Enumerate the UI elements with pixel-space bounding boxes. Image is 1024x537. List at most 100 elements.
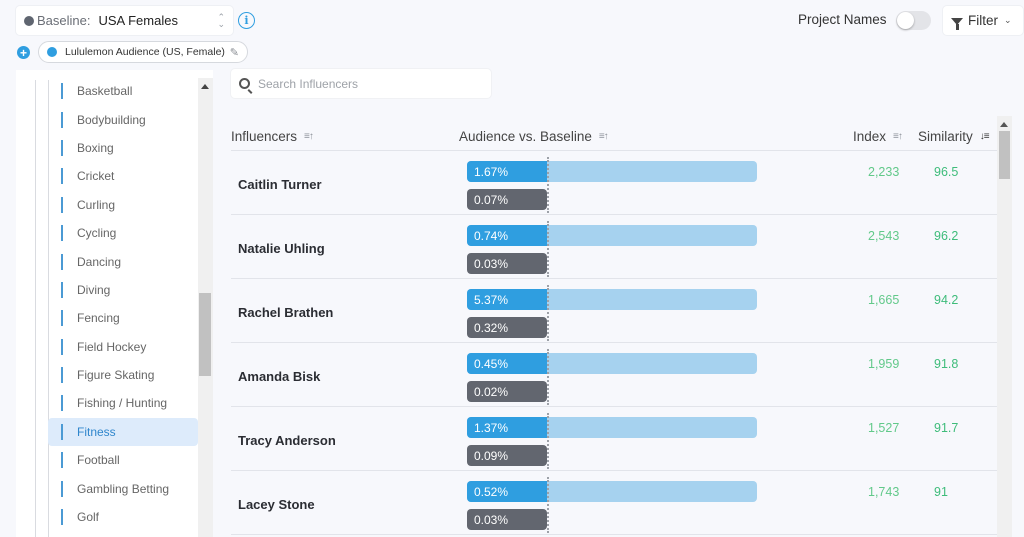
sidebar-item-label: Fencing bbox=[77, 311, 120, 326]
plus-icon: + bbox=[19, 45, 27, 60]
table-row[interactable]: Tracy Anderson 1.37% 0.09% 1,527 91.7 bbox=[231, 407, 997, 471]
similarity-value: 96.2 bbox=[934, 229, 959, 243]
sidebar-item-field-hockey[interactable]: Field Hockey bbox=[48, 333, 198, 361]
sidebar-item-diving[interactable]: Diving bbox=[48, 276, 198, 304]
sidebar-item-figure-skating[interactable]: Figure Skating bbox=[48, 361, 198, 389]
sidebar-item-label: Cricket bbox=[77, 169, 115, 184]
scroll-up-arrow-icon[interactable] bbox=[1000, 122, 1008, 127]
tree-tick bbox=[61, 423, 63, 440]
table-row[interactable]: Natalie Uhling 0.74% 0.03% 2,543 96.2 bbox=[231, 215, 997, 279]
scrollbar-thumb[interactable] bbox=[999, 131, 1010, 179]
tree-tick bbox=[61, 480, 63, 497]
sidebar-item-boxing[interactable]: Boxing bbox=[48, 134, 198, 162]
project-names-label: Project Names bbox=[798, 12, 887, 27]
sidebar-item-curling[interactable]: Curling bbox=[48, 191, 198, 219]
sidebar-item-label: Bodybuilding bbox=[77, 112, 146, 127]
audience-color-dot bbox=[47, 47, 57, 57]
audience-bar: 0.52% bbox=[467, 481, 547, 502]
influencer-name[interactable]: Lacey Stone bbox=[238, 497, 315, 512]
table-scrollbar[interactable] bbox=[997, 116, 1012, 537]
sort-desc-icon[interactable]: ↓≡ bbox=[980, 131, 990, 142]
audience-bar: 0.45% bbox=[467, 353, 547, 374]
audience-vs-baseline-bars: 0.74% 0.03% bbox=[467, 221, 757, 277]
table-body: Caitlin Turner 1.67% 0.07% 2,233 96.5 Natalie… bbox=[231, 151, 997, 535]
sort-icon[interactable]: ≡↑ bbox=[304, 131, 314, 142]
filter-button[interactable]: Filter ⌄ bbox=[943, 6, 1023, 35]
sidebar-item-cycling[interactable]: Cycling bbox=[48, 219, 198, 247]
search-placeholder: Search Influencers bbox=[258, 76, 359, 91]
baseline-marker bbox=[547, 285, 549, 341]
sort-icon[interactable]: ≡↑ bbox=[893, 131, 903, 142]
sidebar-item-football[interactable]: Football bbox=[48, 446, 198, 474]
influencers-table: Influencers ≡↑ Audience vs. Baseline ≡↑ … bbox=[231, 118, 997, 535]
tree-tick bbox=[61, 281, 63, 298]
sidebar-item-basketball[interactable]: Basketball bbox=[48, 77, 198, 105]
index-value: 1,665 bbox=[868, 293, 900, 307]
sidebar-scrollbar[interactable] bbox=[198, 78, 213, 537]
sort-icon[interactable]: ≡↑ bbox=[599, 131, 609, 142]
sidebar-item-label: Dancing bbox=[77, 254, 122, 269]
updown-chevron-icon: ⌃ ⌄ bbox=[217, 11, 225, 29]
baseline-bar: 0.07% bbox=[467, 189, 547, 210]
table-header: Influencers ≡↑ Audience vs. Baseline ≡↑ … bbox=[231, 118, 997, 151]
audience-chip[interactable]: Lululemon Audience (US, Female) ✎ bbox=[38, 41, 248, 63]
influencer-name[interactable]: Natalie Uhling bbox=[238, 241, 325, 256]
search-influencers-field[interactable]: Search Influencers bbox=[231, 69, 491, 98]
table-row[interactable]: Caitlin Turner 1.67% 0.07% 2,233 96.5 bbox=[231, 151, 997, 215]
index-value: 1,959 bbox=[868, 357, 900, 371]
baseline-bar: 0.03% bbox=[467, 253, 547, 274]
baseline-label: Baseline: bbox=[37, 13, 91, 28]
sidebar-item-fencing[interactable]: Fencing bbox=[48, 304, 198, 332]
tree-tick bbox=[61, 168, 63, 185]
column-header-similarity[interactable]: Similarity ↓≡ bbox=[918, 129, 990, 144]
influencer-name[interactable]: Rachel Brathen bbox=[238, 305, 333, 320]
tree-tick bbox=[61, 83, 63, 100]
sidebar-item-label: Diving bbox=[77, 282, 111, 297]
sidebar-item-label: Fishing / Hunting bbox=[77, 396, 168, 411]
audience-bar: 5.37% bbox=[467, 289, 547, 310]
influencer-name[interactable]: Caitlin Turner bbox=[238, 177, 322, 192]
sidebar-item-bodybuilding[interactable]: Bodybuilding bbox=[48, 105, 198, 133]
tree-tick bbox=[61, 196, 63, 213]
filter-label: Filter bbox=[968, 13, 998, 28]
sidebar-item-label: Curling bbox=[77, 197, 116, 212]
sidebar-item-dancing[interactable]: Dancing bbox=[48, 247, 198, 275]
audience-bar: 1.67% bbox=[467, 161, 547, 182]
add-audience-button[interactable]: + bbox=[17, 46, 30, 59]
table-row[interactable]: Amanda Bisk 0.45% 0.02% 1,959 91.8 bbox=[231, 343, 997, 407]
sidebar-item-gambling-betting[interactable]: Gambling Betting bbox=[48, 474, 198, 502]
column-header-index[interactable]: Index ≡↑ bbox=[853, 129, 903, 144]
sidebar-item-fishing-hunting[interactable]: Fishing / Hunting bbox=[48, 389, 198, 417]
column-header-influencers[interactable]: Influencers ≡↑ bbox=[231, 129, 314, 144]
sidebar-item-golf[interactable]: Golf bbox=[48, 503, 198, 531]
baseline-marker bbox=[547, 413, 549, 469]
sidebar-item-fitness[interactable]: Fitness bbox=[48, 417, 198, 447]
project-names-toggle[interactable] bbox=[896, 11, 931, 30]
audience-bar: 1.37% bbox=[467, 417, 547, 438]
baseline-color-dot bbox=[24, 15, 34, 26]
index-value: 1,743 bbox=[868, 485, 900, 499]
scrollbar-thumb[interactable] bbox=[199, 293, 211, 376]
sidebar-item-cricket[interactable]: Cricket bbox=[48, 162, 198, 190]
influencer-name[interactable]: Amanda Bisk bbox=[238, 369, 320, 384]
index-value: 1,527 bbox=[868, 421, 900, 435]
influencer-name[interactable]: Tracy Anderson bbox=[238, 433, 336, 448]
sidebar-item-label: Gambling Betting bbox=[77, 481, 170, 496]
info-icon[interactable]: i bbox=[238, 12, 255, 29]
index-value: 2,543 bbox=[868, 229, 900, 243]
similarity-value: 91.8 bbox=[934, 357, 959, 371]
sidebar-item-label: Boxing bbox=[77, 140, 114, 155]
baseline-select[interactable]: Baseline: USA Females ⌃ ⌄ bbox=[16, 6, 233, 35]
column-header-audience-vs-baseline[interactable]: Audience vs. Baseline ≡↑ bbox=[459, 129, 609, 144]
scroll-up-arrow-icon[interactable] bbox=[201, 84, 209, 89]
baseline-bar: 0.03% bbox=[467, 509, 547, 530]
edit-pencil-icon[interactable]: ✎ bbox=[230, 46, 239, 59]
table-row[interactable]: Lacey Stone 0.52% 0.03% 1,743 91 bbox=[231, 471, 997, 535]
toggle-knob bbox=[897, 12, 914, 29]
audience-vs-baseline-bars: 1.37% 0.09% bbox=[467, 413, 757, 469]
table-row[interactable]: Rachel Brathen 5.37% 0.32% 1,665 94.2 bbox=[231, 279, 997, 343]
baseline-marker bbox=[547, 477, 549, 533]
audience-bar: 0.74% bbox=[467, 225, 547, 246]
search-icon bbox=[239, 78, 250, 89]
audience-vs-baseline-bars: 0.45% 0.02% bbox=[467, 349, 757, 405]
